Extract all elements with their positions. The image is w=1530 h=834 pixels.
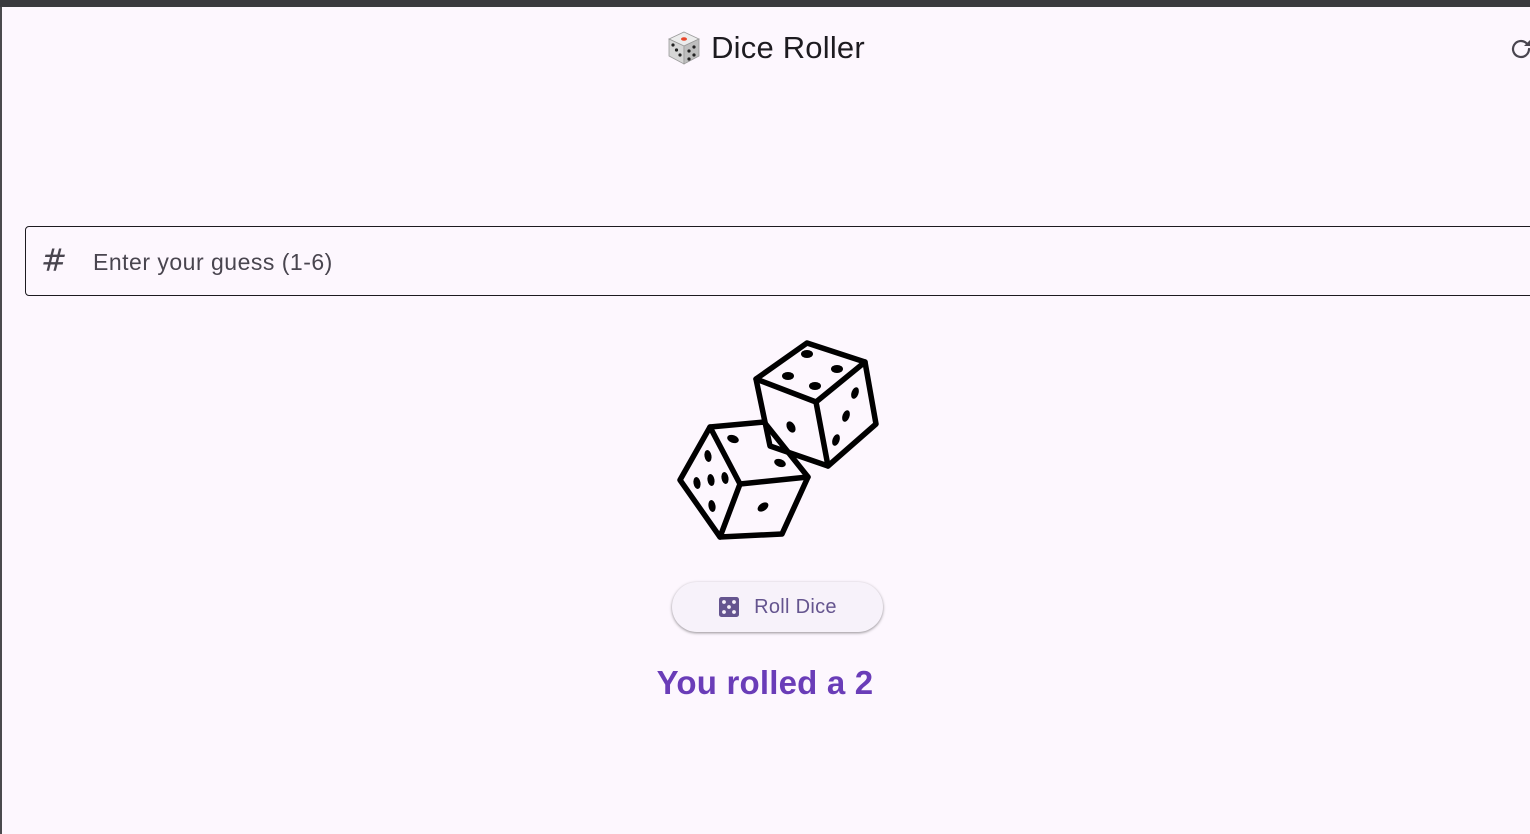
app-title: Dice Roller [711, 30, 865, 65]
window-top-bar [0, 0, 1530, 7]
window-left-edge [0, 7, 2, 834]
roll-dice-label: Roll Dice [754, 595, 837, 618]
app-title-group: Dice Roller [0, 29, 1530, 67]
refresh-icon[interactable] [1509, 37, 1530, 61]
two-dice-icon [677, 340, 879, 540]
dice-five-icon [719, 597, 740, 617]
roll-result-text: You rolled a 2 [656, 664, 874, 701]
hash-icon: # [41, 243, 67, 279]
app-bar: Dice Roller [0, 7, 1530, 91]
guess-input[interactable] [91, 241, 1495, 283]
guess-input-field[interactable]: # [25, 226, 1530, 296]
game-die-icon [668, 31, 701, 65]
roll-dice-button[interactable]: Roll Dice [672, 582, 883, 632]
